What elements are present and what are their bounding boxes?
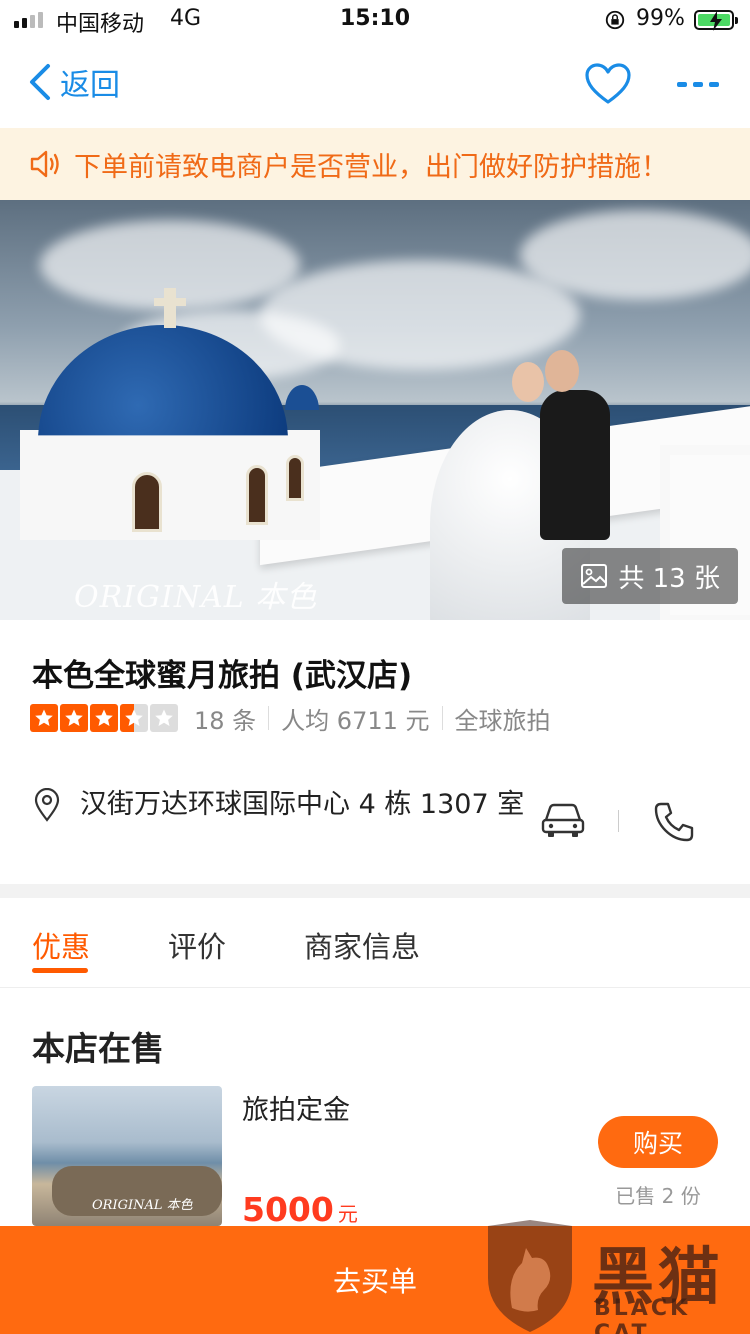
shop-title: 本色全球蜜月旅拍 (武汉店) [32,658,413,694]
back-label: 返回 [60,68,120,103]
star-rating [30,704,178,732]
buy-button[interactable]: 购买 [598,1116,718,1168]
heart-icon[interactable] [584,62,632,106]
photo-count-label: 共 13 张 [618,563,720,594]
product-card[interactable]: ORIGINAL 本色 旅拍定金 5000 元 购买 已售 2 份 [32,1086,722,1229]
phone-icon[interactable] [652,800,696,844]
star-icon [30,704,58,732]
rating-row: 18 条 人均 6711 元 全球旅拍 [30,700,551,736]
pay-bill-label: 去买单 [332,1265,417,1298]
chevron-left-icon [30,64,50,100]
speaker-icon [30,150,59,178]
tab-merchant-info[interactable]: 商家信息 [304,924,420,966]
hero-watermark: ORIGINAL 本色 [74,580,318,615]
sold-count: 已售 2 份 [615,1184,701,1208]
tab-offers[interactable]: 优惠 [32,924,90,966]
cat-shield-icon [488,1220,572,1332]
image-icon [581,564,608,588]
tab-indicator [32,968,88,973]
car-icon[interactable] [540,800,586,840]
star-icon [60,704,88,732]
star-icon [120,704,148,732]
blackcat-en: BLACK CAT [594,1296,691,1334]
rotation-lock-icon [605,10,625,30]
battery-icon [694,10,738,31]
battery-percent: 99% [636,6,685,31]
back-button[interactable]: 返回 [26,60,120,104]
product-name: 旅拍定金 [242,1095,350,1126]
tab-reviews[interactable]: 评价 [168,924,226,966]
status-bar: 中国移动 4G 15:10 99% [0,0,750,40]
divider [441,706,443,730]
blackcat-logo: 黑猫 BLACK CAT [478,1218,750,1334]
avg-price: 人均 6711 元 [281,706,430,735]
more-icon[interactable] [674,62,722,106]
price-value: 5000 [242,1190,334,1229]
divider [268,706,270,730]
thumb-watermark: ORIGINAL 本色 [92,1198,193,1213]
price-unit: 元 [337,1202,358,1226]
notice-banner: 下单前请致电商户是否营业，出门做好防护措施！ [0,128,750,200]
review-count[interactable]: 18 条 [194,701,256,736]
section-gap [0,884,750,898]
divider [618,810,619,832]
star-icon [150,704,178,732]
product-thumbnail: ORIGINAL 本色 [32,1086,222,1226]
shop-category: 全球旅拍 [454,706,551,735]
hero-image[interactable]: ORIGINAL 本色 共 13 张 [0,200,750,620]
star-icon [90,704,118,732]
nav-bar: 返回 [0,40,750,128]
location-pin-icon [34,788,60,822]
address-row[interactable]: 汉街万达环球国际中心 4 栋 1307 室 [0,770,750,880]
notice-text: 下单前请致电商户是否营业，出门做好防护措施！ [74,151,668,183]
shop-address: 汉街万达环球国际中心 4 栋 1307 室 [80,789,525,820]
tab-bar: 优惠 评价 商家信息 [0,898,750,988]
section-title: 本店在售 [32,1029,164,1068]
product-price: 5000 元 [242,1190,358,1229]
photo-count-button[interactable]: 共 13 张 [562,548,738,604]
